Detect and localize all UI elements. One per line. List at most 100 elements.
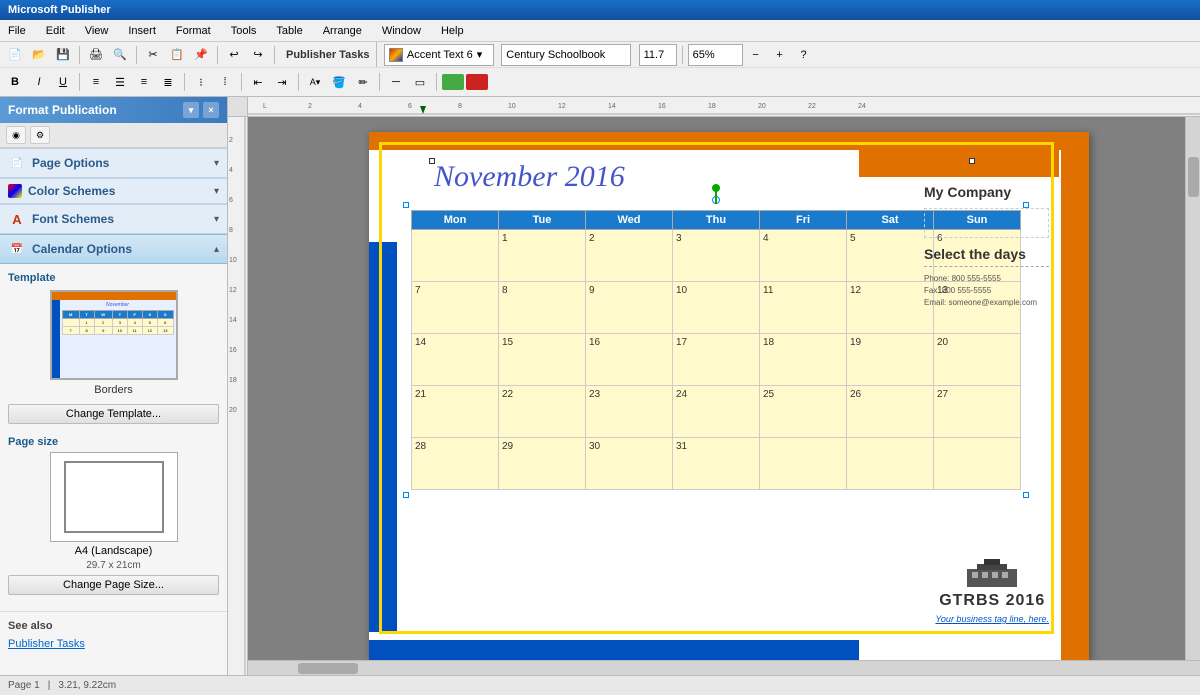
justify-button[interactable]: ≣ (157, 71, 179, 93)
calendar-cell-r3-c5[interactable]: 18 (760, 334, 847, 386)
scroll-thumb-horizontal[interactable] (298, 663, 358, 674)
change-template-button[interactable]: Change Template... (8, 404, 219, 424)
calendar-cell-r4-c7[interactable]: 27 (934, 386, 1021, 438)
calendar-cell-r5-c2[interactable]: 29 (499, 438, 586, 490)
calendar-cell-r3-c2[interactable]: 15 (499, 334, 586, 386)
sidebar-back-button[interactable]: ◉ (6, 126, 26, 144)
cut-button[interactable]: ✂ (142, 44, 164, 66)
sidebar-settings-button[interactable]: ⚙ (30, 126, 50, 144)
publisher-tasks-link[interactable]: Publisher Tasks (8, 638, 85, 650)
calendar-cell-r5-c6[interactable] (847, 438, 934, 490)
menu-format[interactable]: Format (172, 23, 215, 39)
calendar-cell-r1-c4[interactable]: 3 (673, 230, 760, 282)
font-color-button[interactable]: A▾ (304, 71, 326, 93)
sidebar-close-icon[interactable]: × (203, 102, 219, 118)
calendar-cell-r3-c6[interactable]: 19 (847, 334, 934, 386)
menu-tools[interactable]: Tools (227, 23, 261, 39)
undo-button[interactable]: ↩ (223, 44, 245, 66)
align-right-button[interactable]: ≡ (133, 71, 155, 93)
calendar-cell-r5-c5[interactable] (760, 438, 847, 490)
paste-button[interactable]: 📌 (190, 44, 212, 66)
sep5 (682, 46, 683, 64)
menu-arrange[interactable]: Arrange (319, 23, 366, 39)
open-button[interactable]: 📂 (28, 44, 50, 66)
border-button[interactable]: ▭ (409, 71, 431, 93)
calendar-cell-r3-c7[interactable]: 20 (934, 334, 1021, 386)
canvas-scrollbar-horizontal[interactable] (248, 660, 1200, 675)
menu-window[interactable]: Window (378, 23, 425, 39)
align-center-button[interactable]: ☰ (109, 71, 131, 93)
redo-button[interactable]: ↪ (247, 44, 269, 66)
menu-help[interactable]: Help (437, 23, 468, 39)
line-color-button[interactable]: ✏ (352, 71, 374, 93)
new-button[interactable]: 📄 (4, 44, 26, 66)
calendar-cell-r4-c3[interactable]: 23 (586, 386, 673, 438)
calendar-cell-r2-c6[interactable]: 12 (847, 282, 934, 334)
increase-indent-button[interactable]: ⇥ (271, 71, 293, 93)
calendar-cell-r3-c3[interactable]: 16 (586, 334, 673, 386)
sidebar-arrow-icon[interactable]: ▾ (183, 102, 199, 118)
red-square-button[interactable] (466, 74, 488, 90)
copy-button[interactable]: 📋 (166, 44, 188, 66)
line-style-button[interactable]: ─ (385, 71, 407, 93)
font-size-input[interactable] (639, 44, 677, 66)
calendar-cell-r3-c4[interactable]: 17 (673, 334, 760, 386)
underline-button[interactable]: U (52, 71, 74, 93)
calendar-cell-r2-c1[interactable]: 7 (412, 282, 499, 334)
calendar-cell-r2-c2[interactable]: 8 (499, 282, 586, 334)
svg-text:8: 8 (458, 103, 462, 110)
sep11 (436, 73, 437, 91)
calendar-cell-r4-c1[interactable]: 21 (412, 386, 499, 438)
print-preview-button[interactable]: 🔍 (109, 44, 131, 66)
calendar-cell-r1-c1[interactable] (412, 230, 499, 282)
decrease-indent-button[interactable]: ⇤ (247, 71, 269, 93)
print-button[interactable]: 🖨 (85, 44, 107, 66)
calendar-options-header[interactable]: 📅 Calendar Options ▴ (0, 234, 227, 264)
menu-insert[interactable]: Insert (124, 23, 160, 39)
bold-button[interactable]: B (4, 71, 26, 93)
calendar-cell-r1-c5[interactable]: 4 (760, 230, 847, 282)
canvas-scrollbar-vertical[interactable] (1185, 117, 1200, 660)
zoom-input[interactable] (688, 44, 743, 66)
green-square-button[interactable] (442, 74, 464, 90)
zoom-out-button[interactable]: − (745, 44, 767, 66)
page-options-header[interactable]: 📄 Page Options ▾ (0, 148, 227, 178)
number-list-button[interactable]: ⁞ (214, 71, 236, 93)
calendar-cell-r1-c3[interactable]: 2 (586, 230, 673, 282)
calendar-cell-r5-c3[interactable]: 30 (586, 438, 673, 490)
change-page-size-button[interactable]: Change Page Size... (8, 575, 219, 595)
menu-table[interactable]: Table (272, 23, 306, 39)
calendar-cell-r2-c5[interactable]: 11 (760, 282, 847, 334)
zoom-in-button[interactable]: + (769, 44, 791, 66)
template-preview-area: November M T W T F S S (8, 290, 219, 428)
italic-button[interactable]: I (28, 71, 50, 93)
menu-file[interactable]: File (4, 23, 30, 39)
accent-selector[interactable]: Accent Text 6 ▾ (384, 44, 494, 66)
calendar-cell-r3-c1[interactable]: 14 (412, 334, 499, 386)
save-button[interactable]: 💾 (52, 44, 74, 66)
scroll-thumb-vertical[interactable] (1188, 157, 1199, 197)
col-tue: Tue (499, 211, 586, 230)
align-left-button[interactable]: ≡ (85, 71, 107, 93)
calendar-cell-r5-c7[interactable] (934, 438, 1021, 490)
calendar-cell-r1-c2[interactable]: 1 (499, 230, 586, 282)
calendar-cell-r1-c6[interactable]: 5 (847, 230, 934, 282)
calendar-cell-r2-c3[interactable]: 9 (586, 282, 673, 334)
calendar-cell-r4-c4[interactable]: 24 (673, 386, 760, 438)
col-fri: Fri (760, 211, 847, 230)
color-schemes-header[interactable]: Color Schemes ▾ (0, 178, 227, 204)
bullet-list-button[interactable]: ⁝ (190, 71, 212, 93)
menu-view[interactable]: View (81, 23, 113, 39)
calendar-cell-r4-c5[interactable]: 25 (760, 386, 847, 438)
calendar-cell-r5-c1[interactable]: 28 (412, 438, 499, 490)
accent-dropdown-icon[interactable]: ▾ (477, 48, 483, 61)
menu-edit[interactable]: Edit (42, 23, 69, 39)
help-button[interactable]: ? (793, 44, 815, 66)
calendar-cell-r4-c6[interactable]: 26 (847, 386, 934, 438)
font-name-input[interactable] (501, 44, 631, 66)
calendar-cell-r5-c4[interactable]: 31 (673, 438, 760, 490)
font-schemes-header[interactable]: A Font Schemes ▾ (0, 204, 227, 234)
calendar-cell-r2-c4[interactable]: 10 (673, 282, 760, 334)
fill-color-button[interactable]: 🪣 (328, 71, 350, 93)
calendar-cell-r4-c2[interactable]: 22 (499, 386, 586, 438)
